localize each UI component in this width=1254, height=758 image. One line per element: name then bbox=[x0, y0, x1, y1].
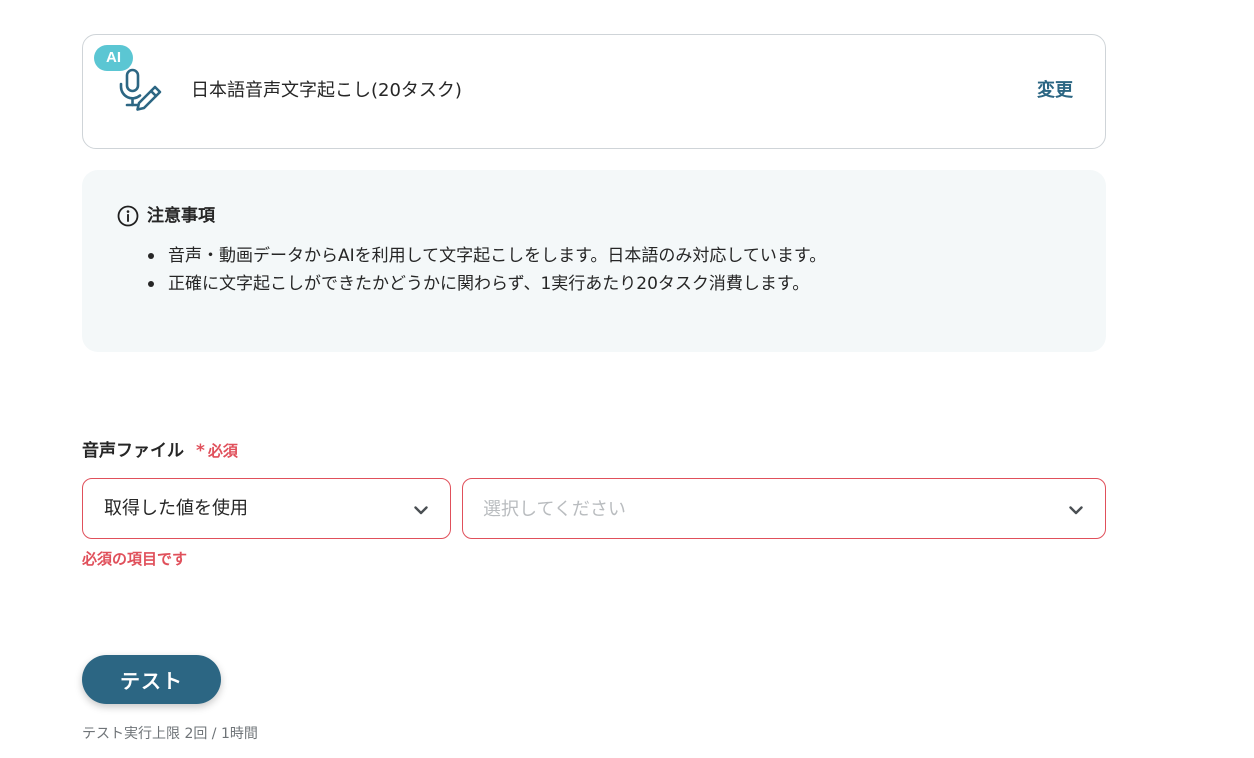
notice-title: 注意事項 bbox=[147, 206, 215, 226]
notice-list: 音声・動画データからAIを利用して文字起こしをします。日本語のみ対応しています。… bbox=[148, 242, 826, 298]
chevron-down-icon bbox=[414, 506, 428, 515]
required-label: 必須 bbox=[207, 442, 238, 460]
bullet bbox=[148, 253, 154, 259]
notice-item: 音声・動画データからAIを利用して文字起こしをします。日本語のみ対応しています。 bbox=[148, 242, 826, 270]
notice-item: 正確に文字起こしができたかどうかに関わらず、1実行あたり20タスク消費します。 bbox=[148, 270, 826, 298]
change-button[interactable]: 変更 bbox=[1037, 79, 1073, 103]
chevron-down-icon bbox=[1069, 506, 1083, 515]
value-select-input[interactable] bbox=[483, 494, 1003, 524]
notice-box: 注意事項 音声・動画データからAIを利用して文字起こしをします。日本語のみ対応し… bbox=[82, 170, 1106, 352]
required-indicator: * 必須 bbox=[196, 439, 238, 463]
notice-header: 注意事項 bbox=[117, 204, 215, 228]
source-select-value: 取得した値を使用 bbox=[104, 498, 248, 519]
field-label: 音声ファイル bbox=[82, 441, 184, 461]
notice-item-text: 音声・動画データからAIを利用して文字起こしをします。日本語のみ対応しています。 bbox=[168, 246, 827, 266]
test-button[interactable]: テスト bbox=[82, 655, 221, 704]
field-error-message: 必須の項目です bbox=[82, 550, 188, 568]
test-limit-note: テスト実行上限 2回 / 1時間 bbox=[82, 726, 258, 742]
notice-item-text: 正確に文字起こしができたかどうかに関わらず、1実行あたり20タスク消費します。 bbox=[168, 274, 810, 294]
action-card: AI 日本語音声文字起こし(20タスク) 変更 bbox=[82, 34, 1106, 149]
bullet bbox=[148, 281, 154, 287]
mic-pen-icon bbox=[119, 68, 162, 111]
value-select[interactable] bbox=[462, 478, 1106, 539]
field-label-row: 音声ファイル * 必須 bbox=[82, 439, 238, 463]
info-icon bbox=[117, 205, 139, 227]
page: AI 日本語音声文字起こし(20タスク) 変更 注意事項 音声・動画データからA… bbox=[0, 0, 1254, 758]
source-select[interactable]: 取得した値を使用 bbox=[82, 478, 451, 539]
action-title: 日本語音声文字起こし(20タスク) bbox=[191, 80, 462, 101]
required-asterisk: * bbox=[196, 441, 205, 461]
